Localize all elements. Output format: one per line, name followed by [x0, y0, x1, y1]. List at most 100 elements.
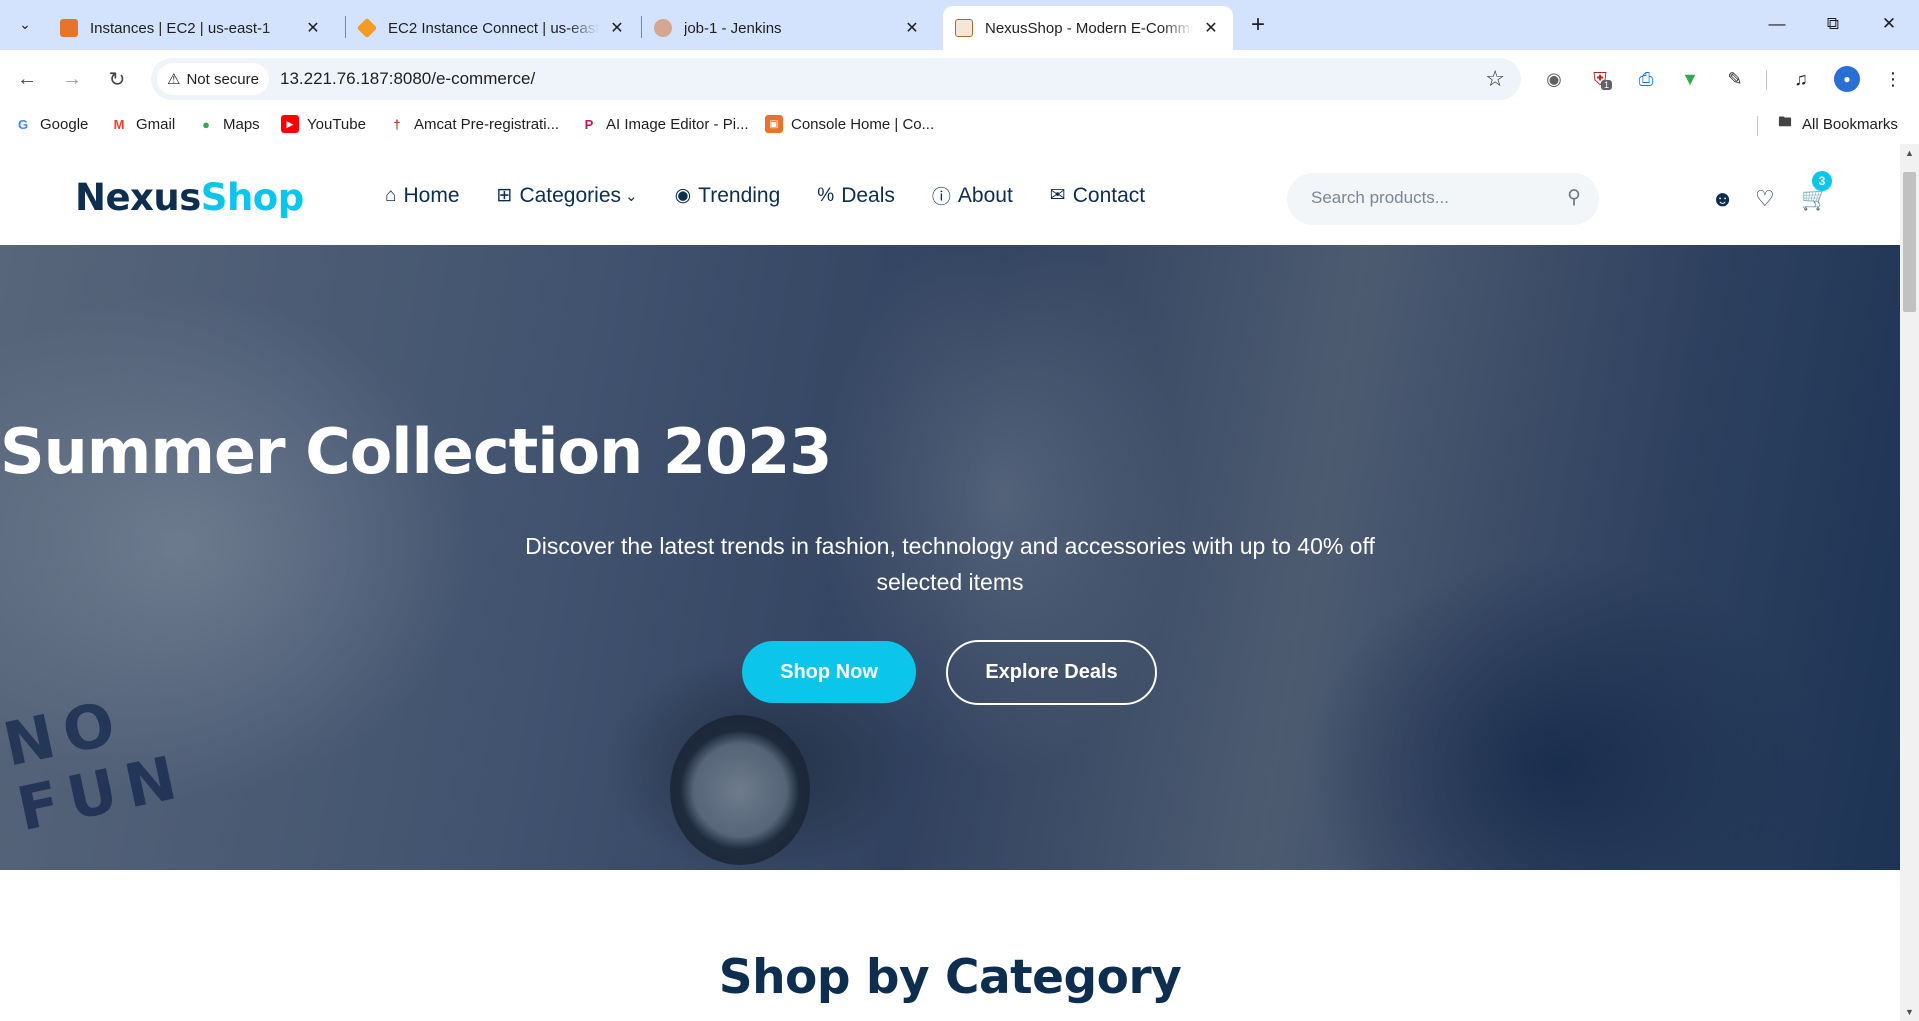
search-input[interactable]: [1311, 188, 1551, 208]
puzzle-extensions-icon[interactable]: ✎: [1722, 66, 1748, 92]
nav-categories[interactable]: ⊞ Categories ⌄: [497, 184, 638, 208]
grammarly-icon[interactable]: ◉: [1541, 66, 1567, 92]
restore-button[interactable]: ⧉: [1813, 8, 1853, 40]
page-viewport: NexusShop ⌂ Home ⊞ Categories ⌄ ◉ Trendi…: [0, 144, 1919, 1021]
chevron-down-icon: ⌄: [19, 15, 31, 32]
scroll-down-icon[interactable]: ▼: [1900, 1003, 1919, 1021]
extension-badge: 1: [1601, 80, 1613, 90]
tab-search-button[interactable]: ⌄: [10, 9, 40, 39]
user-account-icon[interactable]: ☻: [1711, 186, 1734, 212]
bookmark-aws-console[interactable]: ▣ Console Home | Co...: [765, 115, 934, 133]
aws-ec2-icon: [60, 19, 78, 37]
bookmark-google[interactable]: G Google: [14, 115, 88, 133]
bookmark-star-icon[interactable]: ☆: [1485, 66, 1505, 92]
tab-title: job-1 - Jenkins: [684, 19, 782, 37]
new-tab-button[interactable]: +: [1243, 10, 1273, 40]
plus-icon: +: [1250, 11, 1265, 38]
browser-tabstrip: ⌄ Instances | EC2 | us-east-1 ✕ EC2 Inst…: [0, 0, 1919, 50]
nav-label: About: [957, 183, 1013, 207]
close-window-button[interactable]: ✕: [1869, 8, 1909, 40]
wishlist-heart-icon[interactable]: ♡: [1755, 186, 1775, 212]
close-icon[interactable]: ✕: [1201, 18, 1221, 38]
search-icon[interactable]: ⚲: [1567, 186, 1581, 209]
bookmark-label: Maps: [223, 115, 260, 133]
profile-avatar[interactable]: ●: [1834, 66, 1860, 92]
all-bookmarks-label: All Bookmarks: [1802, 115, 1898, 133]
scroll-up-icon[interactable]: ▲: [1900, 144, 1919, 162]
nav-deals[interactable]: % Deals: [817, 184, 895, 208]
bookmark-label: Amcat Pre-registrati...: [414, 115, 560, 133]
all-bookmarks-folder[interactable]: 🖿 All Bookmarks: [1776, 114, 1898, 133]
page-scrollbar[interactable]: ▲ ▼: [1900, 144, 1919, 1021]
fire-icon: ◉: [674, 185, 692, 206]
back-button[interactable]: ←: [12, 64, 42, 94]
main-nav: ⌂ Home ⊞ Categories ⌄ ◉ Trending % Deals…: [385, 182, 1182, 209]
warning-icon: ⚠: [167, 71, 181, 88]
site-logo[interactable]: NexusShop: [75, 176, 304, 219]
shield-extension-icon[interactable]: ⛨ 1: [1587, 66, 1613, 92]
aws-cube-icon: [356, 17, 378, 39]
minimize-button[interactable]: —: [1757, 8, 1797, 40]
tab-title: Instances | EC2 | us-east-1: [90, 19, 271, 37]
tab-ec2-connect[interactable]: EC2 Instance Connect | us-east-1 ✕: [346, 6, 639, 50]
chevron-down-icon: ⌄: [625, 187, 638, 205]
nav-trending[interactable]: ◉ Trending: [675, 184, 781, 208]
maps-icon: ●: [202, 116, 210, 132]
reload-button[interactable]: ↻: [102, 64, 132, 94]
tab-title: EC2 Instance Connect | us-east-1: [388, 19, 599, 37]
bookmark-youtube[interactable]: ▶ YouTube: [281, 115, 366, 133]
home-icon: ⌂: [385, 184, 397, 206]
google-icon: G: [17, 116, 29, 132]
percent-icon: %: [817, 184, 835, 206]
bookmark-label: Google: [40, 115, 89, 133]
arrow-left-icon: ←: [17, 67, 37, 90]
scroll-thumb[interactable]: [1903, 172, 1916, 312]
nav-label: Home: [403, 183, 460, 207]
forward-button[interactable]: →: [57, 64, 87, 94]
page-icon: [955, 19, 973, 37]
restore-icon: ⧉: [1826, 14, 1840, 33]
explore-deals-button[interactable]: Explore Deals: [946, 640, 1157, 705]
hero-banner: NO FUN Summer Collection 2023 Discover th…: [0, 245, 1900, 870]
tab-ec2-instances[interactable]: Instances | EC2 | us-east-1 ✕: [48, 6, 335, 50]
arrow-right-icon: →: [62, 67, 82, 90]
security-label: Not secure: [186, 70, 259, 88]
nav-about[interactable]: ⓘ About: [932, 182, 1013, 209]
hero-title: Summer Collection 2023: [0, 415, 832, 488]
bookmark-gmail[interactable]: M Gmail: [110, 115, 176, 133]
download-extension-icon[interactable]: ▼: [1677, 66, 1703, 92]
tab-nexusshop[interactable]: NexusShop - Modern E-Commerce ✕: [943, 6, 1233, 50]
aws-console-icon: ▣: [765, 115, 783, 133]
bookmark-picsart[interactable]: P AI Image Editor - Pi...: [580, 115, 749, 133]
bookmark-label: YouTube: [307, 115, 366, 133]
site-header: NexusShop ⌂ Home ⊞ Categories ⌄ ◉ Trendi…: [0, 144, 1900, 245]
shop-now-button[interactable]: Shop Now: [742, 641, 916, 703]
tab-title: NexusShop - Modern E-Commerce: [985, 19, 1193, 37]
nav-contact[interactable]: ✉ Contact: [1050, 184, 1145, 208]
hero-subtitle: Discover the latest trends in fashion, t…: [525, 533, 1375, 595]
product-search: ⚲: [1287, 173, 1599, 225]
printer-extension-icon[interactable]: ⎙: [1633, 66, 1659, 92]
close-icon[interactable]: ✕: [303, 18, 323, 38]
envelope-icon: ✉: [1049, 185, 1066, 206]
close-icon[interactable]: ✕: [607, 18, 627, 38]
bookmark-label: AI Image Editor - Pi...: [606, 115, 749, 133]
tab-jenkins[interactable]: job-1 - Jenkins ✕: [642, 6, 934, 50]
close-icon[interactable]: ✕: [902, 18, 922, 38]
nav-label: Trending: [698, 183, 781, 207]
grid-icon: ⊞: [496, 185, 513, 206]
site-security-chip[interactable]: ⚠ Not secure: [157, 63, 269, 95]
media-queue-icon[interactable]: ♫: [1788, 66, 1814, 92]
nav-home[interactable]: ⌂ Home: [385, 184, 460, 208]
reload-icon: ↻: [108, 68, 126, 91]
bookmark-maps[interactable]: ● Maps: [197, 115, 260, 133]
bookmark-amcat[interactable]: † Amcat Pre-registrati...: [388, 115, 559, 133]
address-bar[interactable]: ⚠ Not secure 13.221.76.187:8080/e-commer…: [151, 58, 1521, 100]
bookmark-label: Gmail: [136, 115, 176, 133]
folder-icon: 🖿: [1778, 114, 1792, 129]
amcat-icon: †: [393, 116, 401, 132]
gmail-icon: M: [113, 116, 125, 132]
menu-kebab-icon[interactable]: ⋮: [1880, 66, 1906, 92]
info-icon: ⓘ: [931, 187, 951, 208]
url-text[interactable]: 13.221.76.187:8080/e-commerce/: [280, 69, 535, 89]
